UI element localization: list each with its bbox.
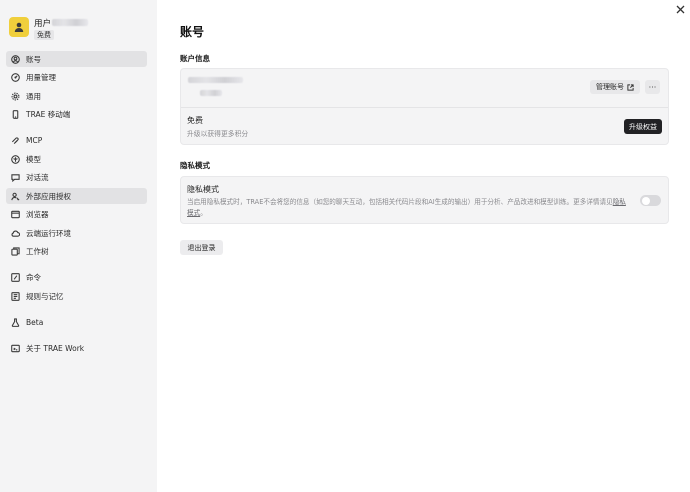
cloud-icon bbox=[11, 229, 20, 238]
sidebar-item-account[interactable]: 账号 bbox=[6, 51, 147, 67]
sidebar-item-chat-flow[interactable]: 对话流 bbox=[6, 169, 147, 185]
book-icon bbox=[11, 291, 20, 301]
sidebar-item-commands[interactable]: 命令 bbox=[6, 269, 147, 285]
manage-account-button[interactable]: 管理账号 bbox=[590, 80, 640, 94]
avatar bbox=[9, 17, 29, 37]
sidebar-item-label: 外部应用授权 bbox=[26, 191, 71, 201]
user-name-redacted bbox=[52, 19, 89, 26]
privacy-section-title: 隐私模式 bbox=[180, 161, 210, 170]
mcp-icon bbox=[11, 136, 20, 145]
sidebar-item-mobile[interactable]: TRAE 移动端 bbox=[6, 106, 147, 122]
sidebar: 用户 免费 账号 用量管理 通用 TRAE 移动端 MCP 模型 对话流 外部应… bbox=[0, 0, 157, 492]
sidebar-item-label: 云端运行环境 bbox=[26, 228, 71, 238]
sidebar-item-label: 账号 bbox=[26, 54, 41, 64]
browser-window-icon bbox=[11, 210, 20, 219]
sidebar-item-general[interactable]: 通用 bbox=[6, 88, 147, 104]
beta-flask-icon bbox=[11, 317, 20, 327]
upgrade-button[interactable]: 升级权益 bbox=[624, 119, 662, 134]
sidebar-item-mcp[interactable]: MCP bbox=[6, 132, 147, 148]
sidebar-item-external-auth[interactable]: 外部应用授权 bbox=[6, 188, 147, 204]
sidebar-item-model[interactable]: 模型 bbox=[6, 151, 147, 167]
sidebar-item-rules-memory[interactable]: 规则与记忆 bbox=[6, 288, 147, 304]
sidebar-item-label: 用量管理 bbox=[26, 72, 56, 82]
sidebar-item-label: TRAE 移动端 bbox=[26, 109, 71, 119]
info-icon bbox=[11, 344, 20, 353]
user-profile[interactable]: 用户 免费 bbox=[9, 17, 89, 40]
page-title: 账号 bbox=[180, 25, 205, 39]
external-link-icon bbox=[627, 83, 634, 91]
sidebar-item-label: 浏览器 bbox=[26, 209, 49, 219]
privacy-desc-end: 。 bbox=[200, 209, 207, 217]
user-name-prefix: 用户 bbox=[34, 18, 52, 29]
sidebar-item-browser[interactable]: 浏览器 bbox=[6, 206, 147, 222]
account-circle-icon bbox=[11, 54, 20, 64]
plan-badge: 免费 bbox=[34, 30, 54, 40]
model-cube-icon bbox=[11, 154, 20, 164]
sidebar-item-beta[interactable]: Beta bbox=[6, 314, 147, 330]
plan-name: 免费 bbox=[187, 116, 203, 125]
worktree-icon bbox=[11, 246, 20, 256]
sidebar-item-label: 规则与记忆 bbox=[26, 291, 64, 301]
sidebar-item-usage[interactable]: 用量管理 bbox=[6, 69, 147, 85]
privacy-mode-title: 隐私模式 bbox=[187, 185, 219, 194]
sidebar-item-about[interactable]: 关于 TRAE Work bbox=[6, 340, 147, 356]
usage-gauge-icon bbox=[11, 72, 20, 82]
account-email-redacted bbox=[188, 77, 243, 83]
logout-button[interactable]: 退出登录 bbox=[180, 240, 223, 255]
mobile-icon bbox=[11, 109, 20, 119]
sidebar-item-label: MCP bbox=[26, 135, 43, 145]
sidebar-item-cloud-env[interactable]: 云端运行环境 bbox=[6, 225, 147, 241]
sidebar-item-label: 模型 bbox=[26, 154, 41, 164]
privacy-mode-toggle[interactable] bbox=[640, 195, 661, 206]
chat-bubble-icon bbox=[11, 173, 20, 182]
privacy-mode-description: 当启用隐私模式时，TRAE不会将您的信息（如您的聊天互动，包括相关代码片段和AI… bbox=[187, 197, 632, 219]
sidebar-item-worktree[interactable]: 工作树 bbox=[6, 243, 147, 259]
manage-account-label: 管理账号 bbox=[596, 83, 624, 91]
account-id-redacted bbox=[200, 90, 222, 96]
user-icon bbox=[14, 22, 24, 32]
sidebar-item-label: 工作树 bbox=[26, 246, 49, 256]
sidebar-item-label: 对话流 bbox=[26, 172, 49, 182]
plan-description: 升级以获得更多积分 bbox=[187, 130, 249, 138]
close-icon[interactable] bbox=[676, 5, 685, 14]
sidebar-item-label: Beta bbox=[26, 317, 44, 327]
gear-icon bbox=[11, 92, 20, 101]
privacy-desc-text: 当启用隐私模式时，TRAE不会将您的信息（如您的聊天互动，包括相关代码片段和AI… bbox=[187, 198, 613, 206]
sidebar-item-label: 关于 TRAE Work bbox=[26, 343, 85, 353]
user-key-icon bbox=[11, 192, 20, 201]
more-options-button[interactable]: ··· bbox=[645, 80, 660, 94]
toggle-knob bbox=[641, 196, 650, 205]
sidebar-item-label: 命令 bbox=[26, 272, 41, 282]
sidebar-item-label: 通用 bbox=[26, 91, 41, 101]
command-icon bbox=[11, 272, 20, 282]
divider bbox=[181, 107, 668, 108]
account-section-title: 账户信息 bbox=[180, 54, 210, 63]
